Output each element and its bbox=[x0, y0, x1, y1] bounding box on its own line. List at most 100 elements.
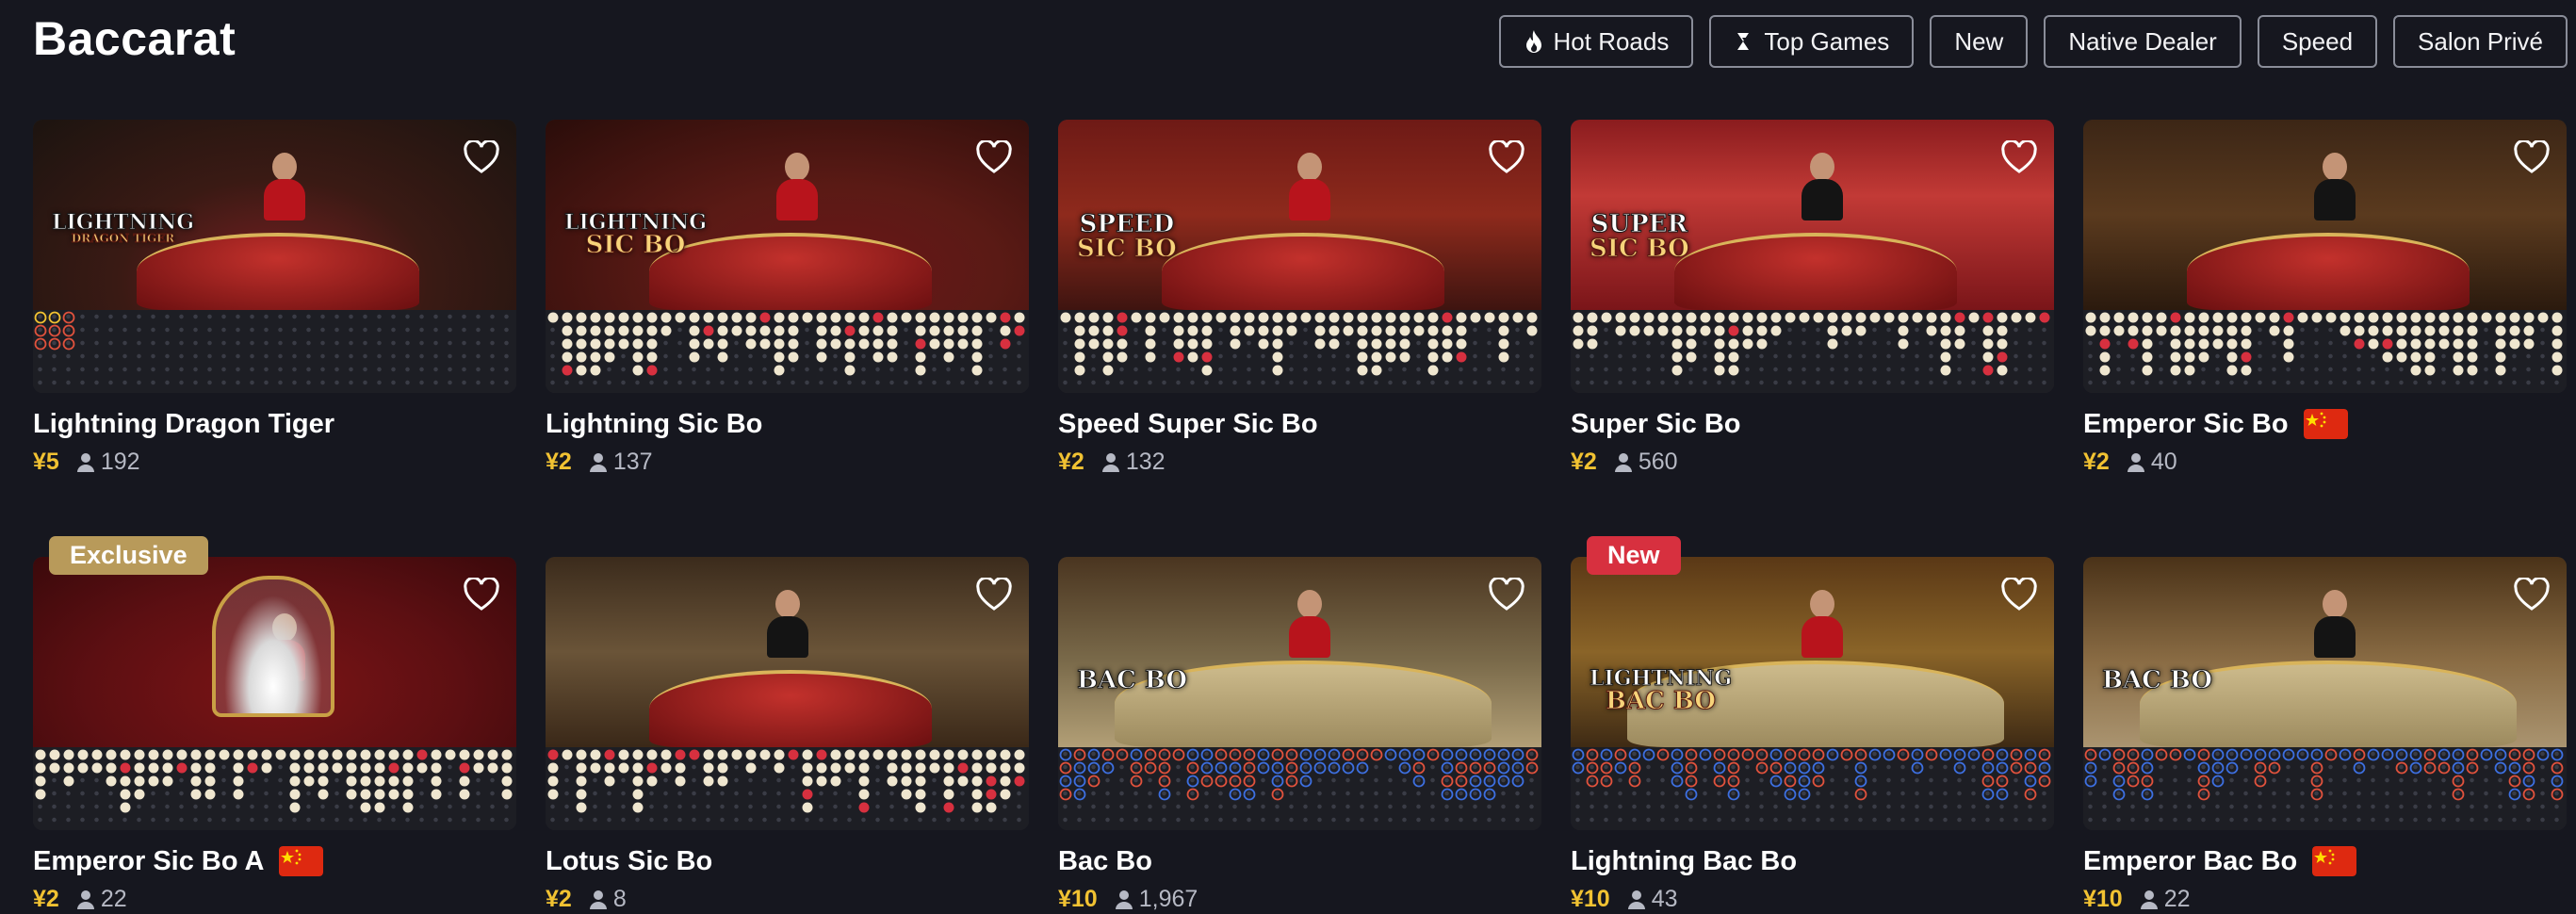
road-bead bbox=[1996, 761, 2009, 775]
road-bead bbox=[2127, 775, 2140, 788]
game-thumbnail[interactable]: LIGHTNING BAC BO bbox=[1571, 557, 2054, 830]
game-card[interactable]: Lotus Sic Bo ¥2 8 bbox=[546, 557, 1029, 913]
road-bead bbox=[576, 762, 587, 774]
road-bead bbox=[233, 775, 244, 787]
road-bead bbox=[1812, 775, 1825, 788]
game-card[interactable]: Emperor Sic Bo ¥2 40 bbox=[2083, 120, 2567, 476]
filter-hot-roads[interactable]: Hot Roads bbox=[1498, 15, 1694, 68]
road-bead bbox=[1271, 788, 1284, 801]
filter-salon-prive[interactable]: Salon Privé bbox=[2393, 15, 2568, 68]
heart-icon[interactable] bbox=[464, 140, 499, 174]
game-logo-text: LIGHTNING bbox=[563, 210, 708, 235]
road-bead bbox=[2495, 351, 2506, 363]
game-card[interactable]: SUPER SIC BO Super Sic Bo ¥2 560 bbox=[1571, 120, 2054, 476]
road-bead bbox=[374, 762, 385, 774]
road-bead bbox=[1201, 351, 1213, 363]
road-bead bbox=[2297, 312, 2308, 323]
game-thumbnail[interactable] bbox=[33, 557, 516, 830]
heart-icon[interactable] bbox=[2001, 578, 2037, 612]
road-bead bbox=[1657, 325, 1669, 336]
game-card[interactable]: New LIGHTNING BAC BO Lightning Bac Bo ¥10 43 bbox=[1571, 536, 2054, 913]
road-bead bbox=[2142, 351, 2153, 363]
game-card[interactable]: BAC BO Bac Bo ¥10 1,967 bbox=[1058, 557, 1541, 913]
heart-icon[interactable] bbox=[464, 578, 499, 612]
road-bead bbox=[632, 789, 644, 800]
game-thumbnail[interactable]: BAC BO bbox=[1058, 557, 1541, 830]
heart-icon[interactable] bbox=[2514, 578, 2550, 612]
road-bead bbox=[646, 351, 658, 363]
road-bead bbox=[660, 749, 672, 760]
dealer-figure bbox=[1289, 590, 1330, 658]
road-bead bbox=[2395, 748, 2408, 761]
filter-top-games[interactable]: Top Games bbox=[1709, 15, 1915, 68]
road-bead bbox=[632, 802, 644, 813]
road-bead bbox=[1073, 748, 1086, 761]
road-bead bbox=[2212, 312, 2224, 323]
road-bead bbox=[1074, 325, 1085, 336]
road-bead bbox=[1328, 761, 1341, 775]
heart-icon[interactable] bbox=[2001, 140, 2037, 174]
game-thumbnail[interactable]: LIGHTNING DRAGON TIGER bbox=[33, 120, 516, 393]
road-bead bbox=[1855, 312, 1867, 323]
game-meta: ¥2 22 bbox=[33, 886, 516, 913]
road-bead bbox=[703, 338, 714, 350]
road-bead bbox=[576, 365, 587, 376]
game-card[interactable]: Exclusive Emperor Sic Bo A ¥2 22 bbox=[33, 536, 516, 913]
road-bead bbox=[1158, 775, 1171, 788]
road-bead bbox=[1600, 775, 1613, 788]
exclusive-badge: Exclusive bbox=[49, 536, 208, 575]
game-thumbnail[interactable] bbox=[546, 557, 1029, 830]
road-bead bbox=[618, 762, 629, 774]
road-bead bbox=[49, 749, 60, 760]
game-thumbnail[interactable]: LIGHTNING SIC BO bbox=[546, 120, 1029, 393]
road-bead bbox=[1385, 338, 1396, 350]
road-bead bbox=[360, 762, 371, 774]
game-card[interactable]: BAC BO Emperor Bac Bo ¥10 22 bbox=[2083, 557, 2567, 913]
filter-native-dealer[interactable]: Native Dealer bbox=[2044, 15, 2242, 68]
heart-icon[interactable] bbox=[976, 140, 1012, 174]
road-bead bbox=[1186, 761, 1199, 775]
road-bead bbox=[2170, 312, 2181, 323]
game-card[interactable]: SPEED SIC BO Speed Super Sic Bo ¥2 132 bbox=[1058, 120, 1541, 476]
game-logo-text: SPEED bbox=[1079, 210, 1175, 238]
road-bead bbox=[1398, 761, 1411, 775]
filter-new[interactable]: New bbox=[1930, 15, 2029, 68]
road-bead bbox=[971, 749, 983, 760]
heart-icon[interactable] bbox=[1489, 578, 1524, 612]
road-bead bbox=[1173, 325, 1184, 336]
road-bead bbox=[943, 338, 954, 350]
china-flag-icon bbox=[279, 846, 324, 876]
road-bead bbox=[830, 338, 841, 350]
heart-icon[interactable] bbox=[976, 578, 1012, 612]
heart-icon[interactable] bbox=[1489, 140, 1524, 174]
road-bead bbox=[830, 762, 841, 774]
game-logo-subtext: BAC BO bbox=[1605, 687, 1716, 715]
game-thumbnail[interactable]: BAC BO bbox=[2083, 557, 2567, 830]
road-bead bbox=[1187, 338, 1198, 350]
road-bead bbox=[1586, 775, 1599, 788]
road-bead bbox=[2011, 312, 2022, 323]
game-title: Lightning Sic Bo bbox=[546, 405, 1029, 443]
filter-speed[interactable]: Speed bbox=[2257, 15, 2378, 68]
game-thumbnail[interactable] bbox=[2083, 120, 2567, 393]
road-bead bbox=[986, 749, 997, 760]
dice-shaker bbox=[212, 576, 334, 717]
road-bead bbox=[487, 762, 498, 774]
game-table bbox=[649, 670, 932, 747]
road-bead bbox=[1498, 338, 1509, 350]
player-count: 192 bbox=[76, 449, 140, 476]
road-bead bbox=[1371, 312, 1382, 323]
heart-icon[interactable] bbox=[2514, 140, 2550, 174]
game-preview-image: SUPER SIC BO bbox=[1571, 120, 2054, 310]
game-thumbnail[interactable]: SUPER SIC BO bbox=[1571, 120, 2054, 393]
road-bead bbox=[2142, 325, 2153, 336]
road-bead bbox=[1102, 312, 1114, 323]
road-bead bbox=[1741, 748, 1754, 761]
road-bead bbox=[1172, 748, 1185, 761]
road-bead bbox=[547, 775, 559, 787]
road-bead bbox=[1014, 762, 1025, 774]
game-card[interactable]: LIGHTNING SIC BO Lightning Sic Bo ¥2 137 bbox=[546, 120, 1029, 476]
game-card[interactable]: LIGHTNING DRAGON TIGER Lightning Dragon Ti… bbox=[33, 120, 516, 476]
player-count: 560 bbox=[1614, 449, 1678, 476]
game-thumbnail[interactable]: SPEED SIC BO bbox=[1058, 120, 1541, 393]
